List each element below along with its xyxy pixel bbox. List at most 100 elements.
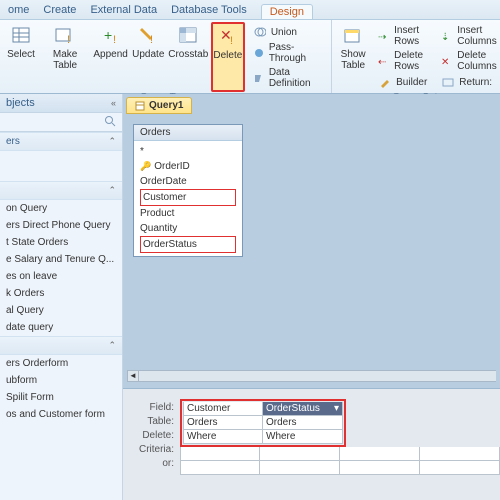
grid-icon	[10, 25, 32, 47]
insert-columns-button[interactable]: ⇣Insert Columns	[438, 24, 500, 48]
grid-cell[interactable]	[180, 447, 260, 461]
field-item[interactable]: Customer	[140, 189, 236, 206]
group-query-setup: Show Table ⇢Insert Rows ⇠Delete Rows Bui…	[332, 20, 500, 93]
delete-button[interactable]: ✕! Delete	[211, 22, 245, 92]
return-button[interactable]: Return:	[438, 74, 500, 90]
union-icon	[253, 25, 267, 39]
grid-row-labels: Field: Table: Delete: Criteria: or:	[123, 389, 178, 500]
document-area: Query1 Orders * 🔑OrderIDOrderDateCustome…	[123, 94, 500, 500]
nav-category[interactable]: ⌃	[0, 336, 122, 355]
nav-item[interactable]: ers Orderform	[0, 355, 122, 372]
table-title: Orders	[134, 125, 242, 141]
nav-item[interactable]: os and Customer form	[0, 406, 122, 423]
field-item[interactable]: OrderStatus	[140, 236, 236, 253]
nav-category[interactable]: ers⌃	[0, 132, 122, 151]
return-icon	[441, 75, 455, 89]
grid-cell[interactable]: Where	[263, 430, 343, 444]
grid-cell[interactable]	[260, 461, 340, 475]
svg-text:⇠: ⇠	[378, 57, 386, 67]
crosstab-icon	[177, 25, 199, 47]
field-item[interactable]: 🔑OrderID	[140, 159, 236, 174]
delete-icon: ✕!	[217, 26, 239, 48]
svg-text:⇢: ⇢	[378, 32, 386, 42]
grid-cell[interactable]	[420, 447, 500, 461]
nav-item[interactable]: es on leave	[0, 268, 122, 285]
tab-home[interactable]: ome	[8, 4, 29, 19]
nav-item[interactable]: ers Direct Phone Query	[0, 217, 122, 234]
select-button[interactable]: Select	[4, 22, 38, 92]
grid-cell[interactable]: Orders	[263, 416, 343, 430]
dropdown-icon[interactable]: ▾	[334, 402, 339, 415]
union-button[interactable]: Union	[250, 24, 324, 40]
scroll-left-icon[interactable]: ◄	[127, 370, 139, 382]
insert-rows-button[interactable]: ⇢Insert Rows	[375, 24, 430, 48]
svg-text:✕: ✕	[441, 57, 449, 67]
nav-item[interactable]: k Orders	[0, 285, 122, 302]
tab-database-tools[interactable]: Database Tools	[171, 4, 247, 19]
pass-through-icon	[253, 46, 265, 60]
grid-cell[interactable]	[180, 461, 260, 475]
svg-text:!: !	[150, 34, 153, 46]
field-all[interactable]: *	[140, 144, 236, 159]
grid-cell[interactable]	[340, 447, 420, 461]
tab-external-data[interactable]: External Data	[90, 4, 157, 19]
nav-item[interactable]: on Query	[0, 200, 122, 217]
show-table-button[interactable]: Show Table	[336, 22, 370, 92]
nav-item[interactable]: date query	[0, 319, 122, 336]
nav-item[interactable]: e Salary and Tenure Q...	[0, 251, 122, 268]
h-scrollbar[interactable]: ◄	[127, 370, 496, 382]
navigation-pane: bjects « ers⌃ ⌃ on Queryers Direct Phone…	[0, 94, 123, 500]
ribbon-tabs: ome Create External Data Database Tools …	[0, 0, 500, 20]
grid-cell[interactable]	[340, 461, 420, 475]
nav-item[interactable]: al Query	[0, 302, 122, 319]
search-icon	[104, 115, 116, 127]
crosstab-button[interactable]: Crosstab	[168, 22, 209, 92]
nav-category[interactable]: ⌃	[0, 181, 122, 200]
grid-cell[interactable]	[260, 447, 340, 461]
grid-cell[interactable]	[420, 461, 500, 475]
make-table-button[interactable]: ! Make Table	[40, 22, 90, 92]
field-item[interactable]: Product	[140, 206, 236, 221]
workspace: bjects « ers⌃ ⌃ on Queryers Direct Phone…	[0, 94, 500, 500]
grid-cell[interactable]: Where	[183, 430, 263, 444]
delete-columns-button[interactable]: ✕Delete Columns	[438, 49, 500, 73]
append-icon: +!	[100, 25, 122, 47]
update-icon: !	[137, 25, 159, 47]
grid-cell[interactable]: Orders	[183, 416, 263, 430]
update-button[interactable]: ! Update	[131, 22, 166, 92]
field-item[interactable]: OrderDate	[140, 174, 236, 189]
grid-cell[interactable]: Customer	[183, 402, 263, 416]
append-button[interactable]: +! Append	[92, 22, 129, 92]
table-window[interactable]: Orders * 🔑OrderIDOrderDateCustomerProduc…	[133, 124, 243, 257]
nav-item[interactable]: ubform	[0, 372, 122, 389]
tab-design[interactable]: Design	[261, 4, 313, 19]
nav-header[interactable]: bjects «	[0, 94, 122, 113]
collapse-icon[interactable]: «	[111, 98, 116, 108]
pass-through-button[interactable]: Pass-Through	[250, 41, 324, 65]
nav-search[interactable]	[0, 113, 122, 132]
grid-cell[interactable]: OrderStatus▾	[263, 402, 343, 416]
chevron-up-icon: ⌃	[108, 136, 116, 147]
query-tab[interactable]: Query1	[126, 97, 192, 114]
key-icon: 🔑	[140, 159, 151, 174]
grid-body[interactable]: Customer OrderStatus▾ Orders Orders Wher…	[178, 389, 500, 500]
table-field-list: * 🔑OrderIDOrderDateCustomerProductQuanti…	[134, 141, 242, 256]
delete-rows-icon: ⇠	[378, 54, 390, 68]
nav-item[interactable]: Spilit Form	[0, 389, 122, 406]
svg-text:⇣: ⇣	[441, 32, 449, 42]
field-item[interactable]: Quantity	[140, 221, 236, 236]
builder-button[interactable]: Builder	[375, 74, 430, 90]
grid-highlight: Customer OrderStatus▾ Orders Orders Wher…	[180, 399, 346, 447]
insert-rows-icon: ⇢	[378, 29, 390, 43]
svg-text:+: +	[104, 27, 112, 43]
show-table-icon	[342, 25, 364, 47]
delete-rows-button[interactable]: ⇠Delete Rows	[375, 49, 430, 73]
query-design-canvas[interactable]: Orders * 🔑OrderIDOrderDateCustomerProduc…	[123, 114, 500, 388]
nav-item[interactable]: t State Orders	[0, 234, 122, 251]
data-definition-button[interactable]: Data Definition	[250, 66, 324, 90]
tab-create[interactable]: Create	[43, 4, 76, 19]
query-icon	[135, 101, 145, 111]
make-table-icon: !	[54, 25, 76, 47]
data-def-icon	[253, 71, 265, 85]
delete-cols-icon: ✕	[441, 54, 453, 68]
